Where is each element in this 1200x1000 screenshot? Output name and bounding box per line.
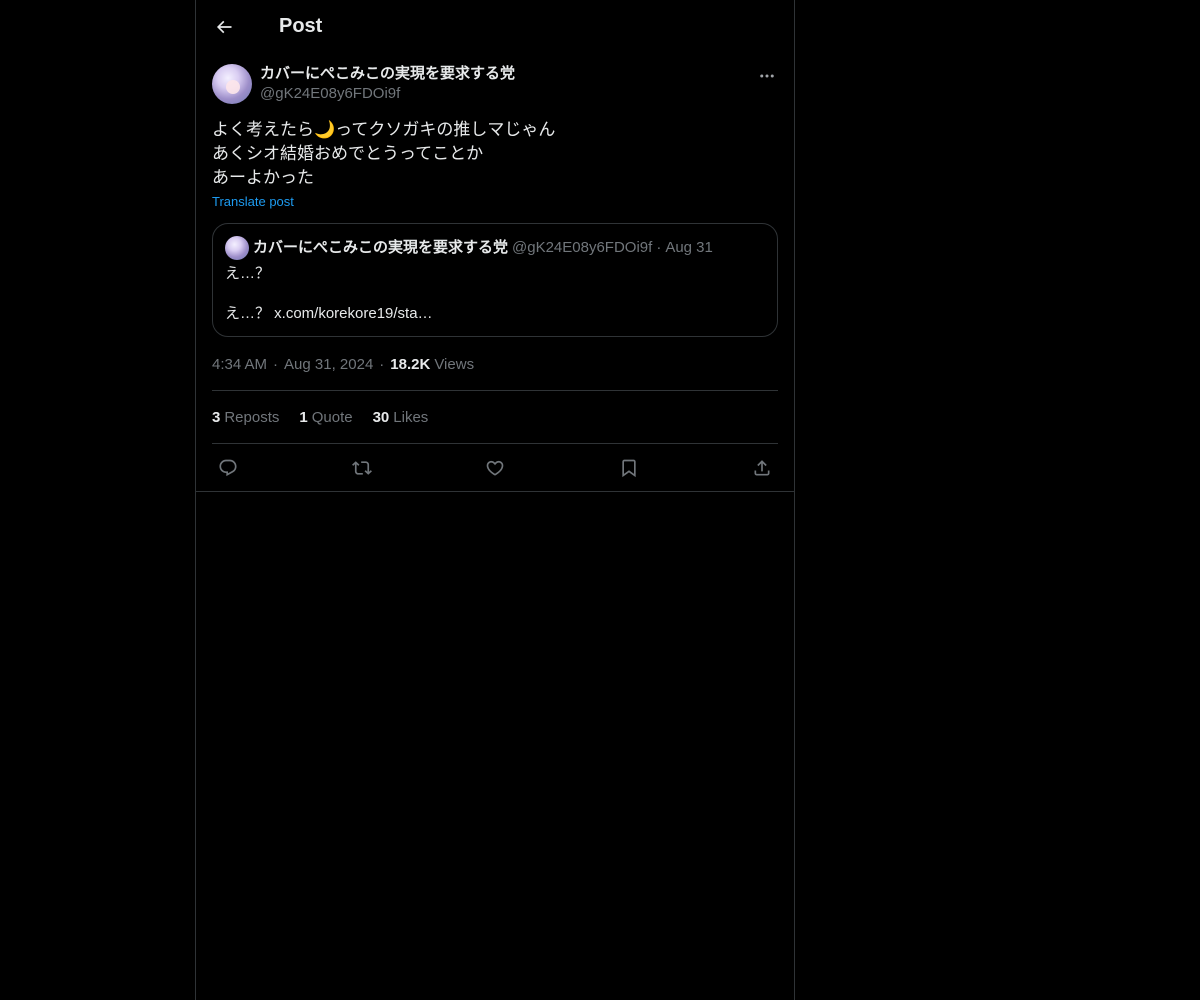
page-header: Post — [196, 0, 794, 53]
likes-count: 30 — [372, 408, 390, 426]
post-text: よく考えたら🌙ってクソガキの推しマじゃん あくシオ結婚おめでとうってことか あー… — [212, 118, 778, 190]
author-row: カバーにぺこみこの実現を要求する党 @gK24E08y6FDOi9f — [212, 53, 778, 104]
quoted-text-line: え…？ x.com/korekore19/sta… — [225, 305, 433, 322]
quoted-separator: · — [656, 239, 662, 256]
meta-separator: · — [273, 355, 279, 373]
author-names: カバーにぺこみこの実現を要求する党 @gK24E08y6FDOi9f — [260, 64, 515, 104]
action-bar — [212, 444, 778, 491]
quoted-text-line: え…？ — [225, 265, 271, 282]
reposts-count: 3 — [212, 408, 221, 426]
like-icon — [485, 458, 505, 478]
reply-button[interactable] — [216, 456, 240, 480]
share-icon — [752, 458, 772, 478]
post-date[interactable]: Aug 31, 2024 — [284, 356, 373, 373]
quoted-display-name: カバーにぺこみこの実現を要求する党 — [253, 239, 509, 256]
more-horizontal-icon — [758, 67, 776, 85]
post-time[interactable]: 4:34 AM — [212, 356, 267, 373]
page-title: Post — [279, 15, 323, 37]
primary-column: Post カバーにぺこみこの実現を要求する党 @gK24E08y6FDOi9f … — [195, 0, 795, 1000]
quoted-post-header: カバーにぺこみこの実現を要求する党 @gK24E08y6FDOi9f · Aug… — [225, 236, 765, 260]
arrow-left-icon — [214, 17, 234, 37]
bookmark-button[interactable] — [617, 456, 641, 480]
quotes-label: Quote — [311, 408, 353, 426]
post-text-line: よく考えたら🌙ってクソガキの推しマじゃん — [212, 120, 556, 139]
quotes-stat[interactable]: 1 Quote — [299, 409, 352, 426]
repost-icon — [351, 458, 372, 478]
author-display-name[interactable]: カバーにぺこみこの実現を要求する党 — [260, 64, 515, 84]
post-text-line: あーよかった — [212, 168, 314, 187]
avatar[interactable] — [212, 64, 252, 104]
back-button[interactable] — [207, 10, 241, 44]
reposts-label: Reposts — [224, 408, 280, 426]
reposts-stat[interactable]: 3 Reposts — [212, 409, 279, 426]
likes-stat[interactable]: 30 Likes — [373, 409, 429, 426]
views-label: Views — [434, 355, 475, 373]
quoted-handle: @gK24E08y6FDOi9f — [512, 239, 653, 256]
post-meta: 4:34 AM · Aug 31, 2024 · 18.2K Views — [212, 353, 778, 391]
views-count: 18.2K — [390, 355, 431, 373]
quoted-date: Aug 31 — [665, 239, 713, 256]
bookmark-icon — [619, 458, 639, 478]
translate-post-link[interactable]: Translate post — [212, 194, 294, 209]
like-button[interactable] — [483, 456, 507, 480]
repost-button[interactable] — [350, 456, 374, 480]
quoted-post[interactable]: カバーにぺこみこの実現を要求する党 @gK24E08y6FDOi9f · Aug… — [212, 223, 778, 337]
quoted-avatar — [225, 236, 249, 260]
reply-icon — [218, 458, 238, 478]
quoted-post-text: え…？ え…？ x.com/korekore19/sta… — [225, 264, 765, 324]
quotes-count: 1 — [299, 408, 308, 426]
more-options-button[interactable] — [756, 65, 778, 87]
post-article: カバーにぺこみこの実現を要求する党 @gK24E08y6FDOi9f よく考えた… — [196, 53, 794, 492]
post-stats: 3 Reposts 1 Quote 30 Likes — [212, 391, 778, 444]
author-handle[interactable]: @gK24E08y6FDOi9f — [260, 84, 515, 104]
share-button[interactable] — [750, 456, 774, 480]
meta-separator: · — [379, 355, 385, 373]
post-text-line: あくシオ結婚おめでとうってことか — [212, 144, 484, 163]
quoted-text-gap — [225, 284, 765, 304]
likes-label: Likes — [393, 408, 429, 426]
